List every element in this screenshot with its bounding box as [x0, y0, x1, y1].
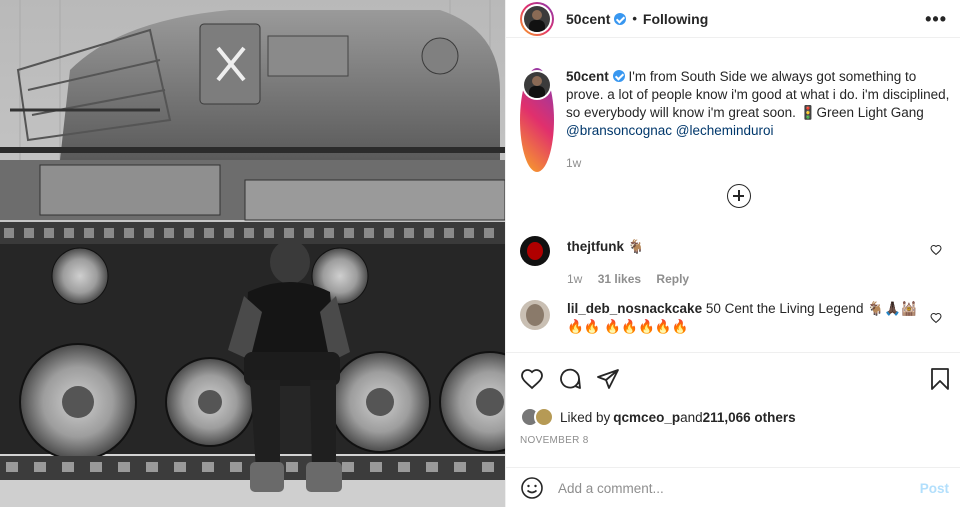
save-bookmark-icon[interactable] — [929, 367, 951, 391]
emoji-icon[interactable] — [520, 476, 544, 500]
post-photo[interactable] — [0, 0, 505, 507]
post-comment-button[interactable]: Post — [920, 481, 949, 496]
caption-timestamp[interactable]: 1w — [566, 154, 950, 172]
author-username[interactable]: 50cent — [566, 11, 610, 27]
comment-likes[interactable]: 31 likes — [598, 272, 641, 286]
comment-body: thejtfunk 🐐 1w 31 likes Reply — [567, 236, 701, 288]
add-comment-input[interactable] — [558, 480, 888, 496]
post-header: 50cent • Following ••• — [506, 0, 960, 38]
post-viewer: 50cent • Following ••• 50cent I'm from S… — [0, 0, 960, 507]
comment-like-heart-icon[interactable] — [930, 244, 942, 256]
comment-meta: 1w 31 likes Reply — [567, 270, 701, 288]
load-more-comments-icon[interactable] — [727, 184, 751, 208]
post-actions: Liked by qcmceo_p and 211,066 others NOV… — [506, 352, 960, 507]
verified-icon — [614, 12, 627, 25]
comment-username[interactable]: thejtfunk — [567, 239, 624, 254]
likes-middle: and — [680, 409, 703, 425]
more-options-icon[interactable]: ••• — [925, 10, 947, 28]
liker-username[interactable]: qcmceo_p — [613, 410, 680, 425]
comment-bubble-icon[interactable] — [558, 367, 582, 391]
likes-summary: Liked by qcmceo_p and 211,066 others — [520, 407, 796, 427]
caption-avatar-ring[interactable] — [520, 68, 554, 172]
add-comment-bar: Post — [506, 467, 960, 507]
mention-link[interactable]: @bransoncognac — [566, 123, 672, 138]
caption: 50cent I'm from South Side we always got… — [520, 68, 950, 172]
comment-username[interactable]: lil_deb_nosnackcake — [567, 301, 702, 316]
liker-avatars[interactable] — [520, 407, 554, 427]
header-separator: • — [632, 11, 637, 26]
comment-avatar[interactable] — [520, 236, 550, 266]
likes-count[interactable]: 211,066 others — [703, 410, 796, 425]
share-send-icon[interactable] — [596, 367, 620, 391]
mention-link[interactable]: @lecheminduroi — [676, 123, 774, 138]
following-button[interactable]: Following — [643, 11, 708, 27]
post-date[interactable]: NOVEMBER 8 — [520, 435, 589, 446]
action-icons — [520, 367, 620, 391]
reply-button[interactable]: Reply — [656, 272, 689, 286]
post-side-panel: 50cent • Following ••• 50cent I'm from S… — [505, 0, 960, 507]
comment-item: lil_deb_nosnackcake 50 Cent the Living L… — [520, 300, 950, 336]
comment-item: thejtfunk 🐐 1w 31 likes Reply — [520, 236, 950, 288]
caption-avatar[interactable] — [524, 72, 550, 98]
caption-text-block: 50cent I'm from South Side we always got… — [566, 68, 950, 172]
author-avatar-ring[interactable] — [520, 1, 554, 36]
caption-username[interactable]: 50cent — [566, 69, 609, 84]
caption-verified-icon — [612, 70, 625, 82]
like-heart-icon[interactable] — [520, 367, 544, 391]
likes-prefix: Liked by — [560, 409, 611, 425]
comment-body: lil_deb_nosnackcake 50 Cent the Living L… — [567, 300, 927, 336]
author-avatar[interactable] — [524, 5, 550, 32]
comment-avatar[interactable] — [520, 300, 550, 330]
comment-like-heart-icon[interactable] — [930, 312, 942, 324]
comment-text: 🐐 — [624, 239, 645, 254]
comment-timestamp[interactable]: 1w — [567, 272, 582, 286]
